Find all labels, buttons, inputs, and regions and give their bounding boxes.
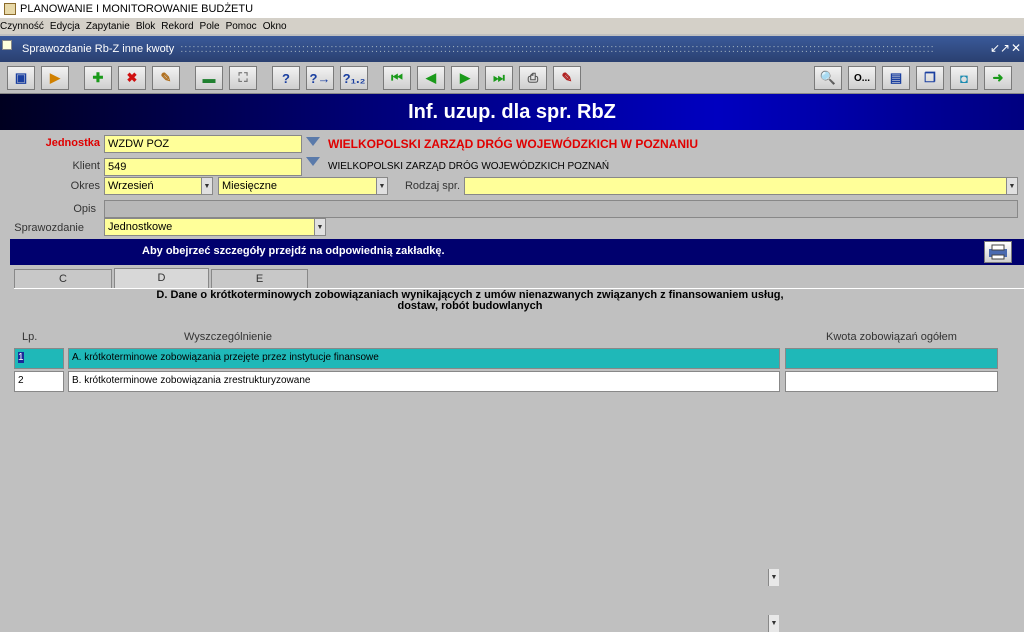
menu-pole[interactable]: Pole [200, 21, 220, 32]
jednostka-label: Jednostka [45, 137, 100, 149]
section-title: D. Dane o krótkoterminowych zobowiązania… [140, 290, 800, 312]
menu-pomoc[interactable]: Pomoc [226, 21, 257, 32]
jednostka-field[interactable]: WZDW POZ [104, 135, 302, 153]
app-title: PLANOWANIE I MONITOROWANIE BUDŻETU [20, 3, 254, 15]
rodzaj-select[interactable] [464, 177, 1018, 195]
window-system-icon[interactable] [2, 40, 12, 50]
last-record-icon[interactable]: ⏭ [485, 66, 513, 90]
query-icon[interactable]: ? [272, 66, 300, 90]
okres-month-dropdown-icon[interactable]: ▼ [201, 178, 212, 194]
jednostka-lov-icon[interactable] [306, 137, 320, 147]
toolbar: ▣ ▶ ✚ ✖ ✎ ▬ ⛶? ?→ ?₁.₂ ⏮ ◀ ▶ ⏭ ⎙ ✎ 🔍 O... ▤ ❐ ◘ ➜ [0, 62, 1024, 94]
save-icon[interactable]: ▣ [7, 66, 35, 90]
next-record-icon[interactable]: ▶ [451, 66, 479, 90]
okres-month-value: Wrzesień [108, 180, 154, 192]
row-desc-dropdown-icon[interactable]: ▼ [768, 569, 779, 586]
options-button[interactable]: O... [848, 66, 876, 90]
info-bar: Aby obejrzeć szczegóły przejdź na odpowi… [10, 239, 1024, 265]
document-icon[interactable]: ▤ [882, 66, 910, 90]
form-banner: Inf. uzup. dla spr. RbZ [0, 94, 1024, 130]
jednostka-description: WIELKOPOLSKI ZARZĄD DRÓG WOJEWÓDZKICH W … [328, 137, 698, 151]
table-row[interactable]: 1 A. krótkoterminowe zobowiązania przeję… [0, 348, 1024, 586]
col-header-amount: Kwota zobowiązań ogółem [826, 331, 957, 343]
edit-icon[interactable]: ✎ [553, 66, 581, 90]
form-title: Inf. uzup. dla spr. RbZ [408, 101, 616, 123]
klient-lov-icon[interactable] [306, 157, 320, 167]
sprawozdanie-value: Jednostkowe [108, 221, 173, 233]
menu-bar: Czynność Edycja Zapytanie Blok Rekord Po… [0, 18, 1024, 34]
window-title: Sprawozdanie Rb-Z inne kwoty [22, 43, 175, 55]
okres-type-select[interactable]: Miesięczne [218, 177, 388, 195]
exit-icon[interactable]: ▶ [41, 66, 69, 90]
table-row[interactable]: 2 B. krótkoterminowe zobowiązania zrestr… [0, 371, 1024, 632]
app-titlebar: PLANOWANIE I MONITOROWANIE BUDŻETU [0, 0, 1024, 18]
maximize-icon[interactable]: ↗ [1000, 41, 1010, 55]
row-desc[interactable]: B. krótkoterminowe zobowiązania zrestruk… [68, 371, 780, 392]
menu-czynnosc[interactable]: Czynność [0, 21, 44, 32]
klient-field[interactable]: 549 [104, 158, 302, 176]
printer-icon [989, 244, 1007, 260]
search-icon[interactable]: 🔍 [814, 66, 842, 90]
app-icon [4, 3, 16, 15]
opis-label: Opis [73, 203, 96, 215]
form-area: Jednostka WZDW POZ WIELKOPOLSKI ZARZĄD D… [0, 130, 1024, 632]
rodzaj-dropdown-icon[interactable]: ▼ [1006, 178, 1017, 194]
delete-record-icon[interactable]: ✖ [118, 66, 146, 90]
tab-d[interactable]: D [114, 268, 209, 289]
okres-type-value: Miesięczne [222, 180, 278, 192]
klient-description: WIELKOPOLSKI ZARZĄD DRÓG WOJEWÓDZKICH PO… [328, 161, 610, 172]
row-desc-dropdown-icon[interactable]: ▼ [768, 615, 779, 632]
row-lp-value: 1 [18, 352, 24, 363]
insert-record-icon[interactable]: ✚ [84, 66, 112, 90]
expand-icon[interactable]: ⛶ [229, 66, 257, 90]
title-dots: ::::::::::::::::::::::::::::::::::::::::… [180, 43, 935, 55]
opis-field[interactable] [104, 200, 1018, 218]
menu-rekord[interactable]: Rekord [161, 21, 193, 32]
okres-label: Okres [70, 180, 100, 192]
menu-okno[interactable]: Okno [263, 21, 287, 32]
section-title-line2: dostaw, robót budowlanych [397, 300, 543, 312]
info-message: Aby obejrzeć szczegóły przejdź na odpowi… [142, 245, 445, 257]
query-count-icon[interactable]: ?₁.₂ [340, 66, 368, 90]
clear-record-icon[interactable]: ✎ [152, 66, 180, 90]
query-execute-icon[interactable]: ?→ [306, 66, 334, 90]
print-details-button[interactable] [984, 241, 1012, 263]
sprawozdanie-dropdown-icon[interactable]: ▼ [314, 219, 325, 235]
print-icon[interactable]: ⎙ [519, 66, 547, 90]
window-titlebar: Sprawozdanie Rb-Z inne kwoty :::::::::::… [0, 36, 1024, 62]
menu-zapytanie[interactable]: Zapytanie [86, 21, 130, 32]
row-desc[interactable]: A. krótkoterminowe zobowiązania przejęte… [68, 348, 780, 369]
windows-icon[interactable]: ❐ [916, 66, 944, 90]
tab-c[interactable]: C [14, 269, 112, 288]
calendar-icon[interactable]: ◘ [950, 66, 978, 90]
tab-e[interactable]: E [211, 269, 308, 288]
prev-record-icon[interactable]: ◀ [417, 66, 445, 90]
duplicate-icon[interactable]: ▬ [195, 66, 223, 90]
minimize-icon[interactable]: ↙ [990, 41, 1000, 55]
rodzaj-label: Rodzaj spr. [404, 180, 460, 192]
menu-blok[interactable]: Blok [136, 21, 155, 32]
menu-edycja[interactable]: Edycja [50, 21, 80, 32]
okres-month-select[interactable]: Wrzesień [104, 177, 213, 195]
close-icon[interactable]: ✕ [1011, 41, 1021, 55]
col-header-desc: Wyszczególnienie [184, 331, 272, 343]
sprawozdanie-label: Sprawozdanie [14, 222, 84, 234]
klient-label: Klient [72, 160, 100, 172]
col-header-lp: Lp. [22, 331, 38, 343]
sprawozdanie-select[interactable]: Jednostkowe [104, 218, 326, 236]
first-record-icon[interactable]: ⏮ [383, 66, 411, 90]
row-amount[interactable] [785, 348, 998, 369]
logout-icon[interactable]: ➜ [984, 66, 1012, 90]
row-lp[interactable]: 2 [14, 371, 64, 392]
row-lp[interactable]: 1 [14, 348, 64, 369]
row-amount[interactable] [785, 371, 998, 392]
